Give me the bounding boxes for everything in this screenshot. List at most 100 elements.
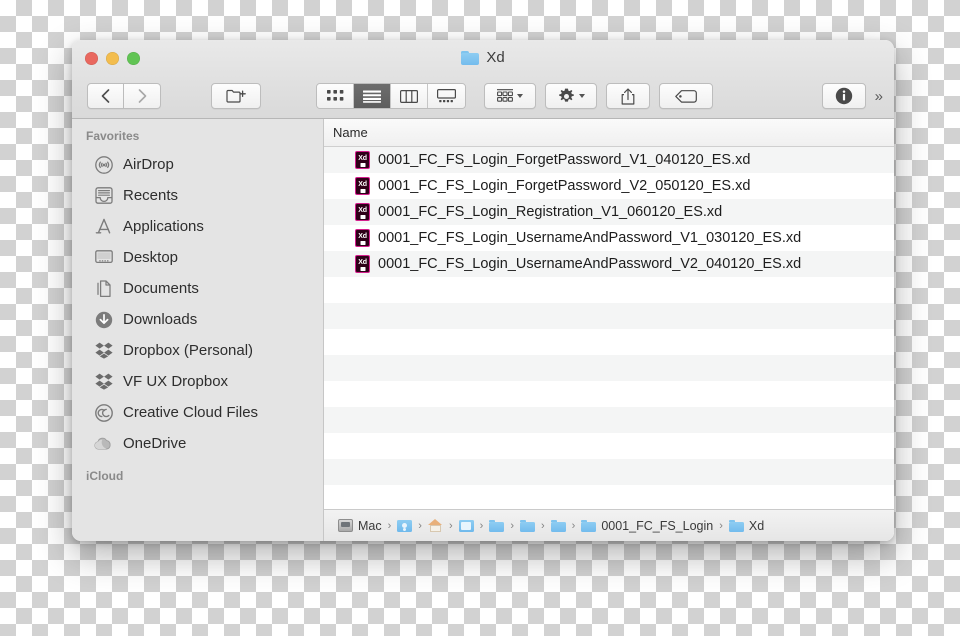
table-row[interactable]: Xd 0001_FC_FS_Login_Registration_V1_0601… [324,199,894,225]
home-icon [427,519,443,532]
finder-window: Xd » Favorites AirDrop Recents Applicati… [72,40,894,541]
minimize-window-button[interactable] [106,52,119,65]
empty-row [324,303,894,329]
close-window-button[interactable] [85,52,98,65]
table-row[interactable]: Xd 0001_FC_FS_Login_ForgetPassword_V1_04… [324,147,894,173]
sidebar: Favorites AirDrop Recents Applications D… [72,119,324,541]
gallery-view-button[interactable] [428,84,465,108]
window-title: Xd [72,49,894,66]
breadcrumb-item-users[interactable] [397,519,413,532]
navigation-buttons [87,83,161,109]
breadcrumb-item-6[interactable] [550,519,566,532]
breadcrumb-item-5[interactable] [519,519,535,532]
breadcrumb-item-4[interactable] [489,519,505,532]
chevron-down-icon [578,94,585,98]
breadcrumb-label: Xd [748,518,765,533]
breadcrumb-item-0001-fc-fs-login[interactable]: 0001_FC_FS_Login [581,519,713,533]
sidebar-item-dropbox-personal[interactable]: Dropbox (Personal) [72,335,323,366]
breadcrumb-separator: › [540,519,545,532]
chevron-down-icon [517,94,523,98]
folder-icon [489,519,505,532]
columns-icon [400,89,418,103]
sidebar-item-label: Applications [123,218,204,235]
sidebar-item-desktop[interactable]: Desktop [72,242,323,273]
file-list[interactable]: Xd 0001_FC_FS_Login_ForgetPassword_V1_04… [324,147,894,509]
folder-icon [581,519,597,532]
toolbar: » [72,76,894,116]
sidebar-item-downloads[interactable]: Downloads [72,304,323,335]
folder-icon [519,519,535,532]
icon-view-button[interactable] [317,84,354,108]
sidebar-item-label: Documents [123,280,199,297]
recents-icon [94,186,113,205]
breadcrumb-item-3[interactable] [458,519,474,532]
downloads-icon [94,310,113,329]
sidebar-item-creative-cloud-files[interactable]: Creative Cloud Files [72,397,323,428]
sidebar-section-icloud-header: iCloud [86,469,124,483]
info-button[interactable] [821,83,866,109]
share-icon [621,87,635,105]
maximize-window-button[interactable] [127,52,140,65]
sidebar-item-label: Desktop [123,249,179,266]
back-button[interactable] [87,83,124,109]
onedrive-icon [94,434,113,453]
column-view-button[interactable] [391,84,428,108]
breadcrumb-separator: › [571,519,576,532]
table-row[interactable]: Xd 0001_FC_FS_Login_UsernameAndPassword_… [324,225,894,251]
sidebar-item-airdrop[interactable]: AirDrop [72,149,323,180]
documents-icon [94,279,113,298]
list-view-button[interactable] [354,84,391,108]
dropbox-icon [94,372,113,391]
table-row[interactable]: Xd 0001_FC_FS_Login_ForgetPassword_V2_05… [324,173,894,199]
sidebar-item-vf-ux-dropbox[interactable]: VF UX Dropbox [72,366,323,397]
file-name: 0001_FC_FS_Login_UsernameAndPassword_V2_… [378,256,802,272]
forward-button[interactable] [124,83,161,109]
share-button[interactable] [606,83,650,109]
breadcrumb-label: Mac [358,518,382,533]
open-folder-icon [458,519,474,532]
chevron-right-icon [138,89,146,103]
breadcrumb-item-home[interactable] [427,519,443,532]
column-header-name[interactable]: Name [324,125,368,140]
sidebar-item-onedrive[interactable]: OneDrive [72,428,323,459]
group-by-icon [497,89,513,102]
traffic-lights [85,52,140,65]
window-title-text: Xd [486,49,505,66]
xd-file-icon: Xd [355,203,370,221]
breadcrumb-separator: › [418,519,422,532]
empty-row [324,433,894,459]
file-name: 0001_FC_FS_Login_ForgetPassword_V2_05012… [378,178,751,194]
sidebar-item-label: OneDrive [123,435,187,452]
new-folder-button[interactable] [211,83,261,109]
file-name: 0001_FC_FS_Login_UsernameAndPassword_V1_… [378,230,802,246]
sidebar-item-label: Creative Cloud Files [123,404,259,421]
breadcrumb-item-xd[interactable]: Xd [728,518,765,533]
sidebar-item-documents[interactable]: Documents [72,273,323,304]
breadcrumb-separator: › [479,519,484,532]
applications-icon [94,217,113,236]
breadcrumb-item-mac[interactable]: Mac [338,519,382,533]
arrange-by-button[interactable] [484,83,536,109]
xd-file-icon: Xd [355,177,370,195]
xd-file-icon: Xd [355,229,370,247]
empty-row [324,381,894,407]
toolbar-overflow-button[interactable]: » [875,88,883,105]
tags-button[interactable] [659,83,713,109]
sidebar-item-recents[interactable]: Recents [72,180,323,211]
sidebar-item-applications[interactable]: Applications [72,211,323,242]
xd-file-icon: Xd [355,151,370,169]
gear-icon [558,88,574,102]
empty-row [324,459,894,485]
folder-icon [550,519,566,532]
grid-icon [326,90,343,101]
window-titlebar: Xd » [72,40,894,119]
list-icon [363,90,381,103]
breadcrumb-separator: › [719,519,723,532]
breadcrumb-separator: › [448,519,453,532]
hard-drive-icon [338,519,353,532]
sidebar-section-favorites-header: Favorites [86,129,140,143]
new-folder-icon [226,89,246,103]
table-row[interactable]: Xd 0001_FC_FS_Login_UsernameAndPassword_… [324,251,894,277]
view-mode-group [316,83,466,109]
action-menu-button[interactable] [545,83,597,109]
